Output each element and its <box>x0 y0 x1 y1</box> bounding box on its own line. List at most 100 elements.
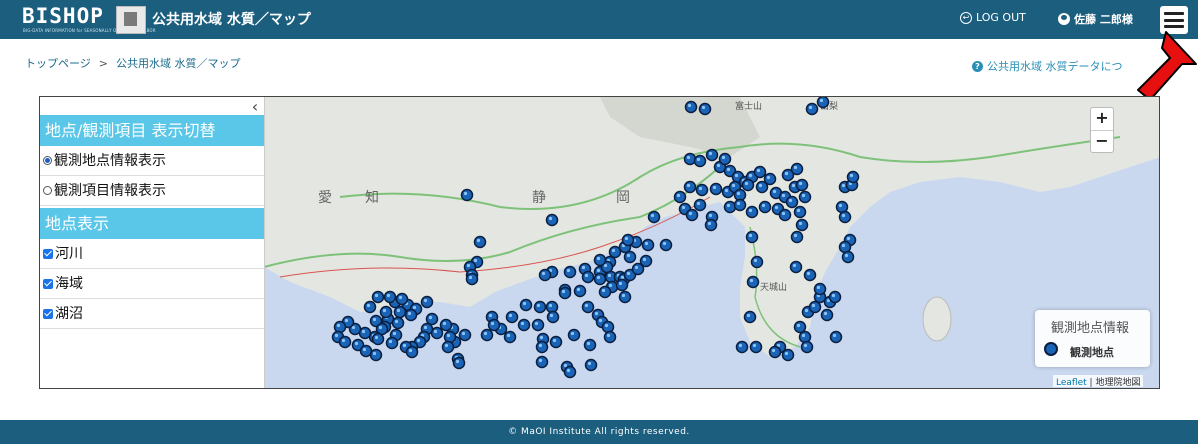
station-marker[interactable] <box>531 318 545 332</box>
station-marker[interactable] <box>385 336 399 350</box>
checkbox-icon[interactable] <box>43 308 53 319</box>
radio-icon[interactable] <box>43 156 52 165</box>
station-marker[interactable] <box>563 365 577 379</box>
zoom-out-button[interactable]: − <box>1091 131 1113 153</box>
station-marker[interactable] <box>639 254 653 268</box>
station-marker[interactable] <box>473 235 487 249</box>
checkbox-sea[interactable]: 海域 <box>40 269 264 299</box>
station-marker[interactable] <box>480 328 494 342</box>
station-marker[interactable] <box>519 298 533 312</box>
station-marker[interactable] <box>452 356 466 370</box>
breadcrumb-home-link[interactable]: トップページ <box>25 57 91 70</box>
station-marker[interactable] <box>623 250 637 264</box>
station-marker[interactable] <box>371 290 385 304</box>
station-marker[interactable] <box>750 255 764 269</box>
station-marker[interactable] <box>538 268 552 282</box>
radio-item-info[interactable]: 観測項目情報表示 <box>40 176 264 206</box>
station-marker[interactable] <box>768 345 782 359</box>
station-marker[interactable] <box>641 238 655 252</box>
station-marker[interactable] <box>683 180 697 194</box>
station-marker[interactable] <box>460 188 474 202</box>
station-marker[interactable] <box>673 190 687 204</box>
station-marker[interactable] <box>535 340 549 354</box>
station-marker[interactable] <box>684 100 698 114</box>
station-marker[interactable] <box>790 162 804 176</box>
station-marker[interactable] <box>798 330 812 344</box>
station-marker[interactable] <box>443 330 457 344</box>
water-quality-map[interactable]: 富士山 山梨 静 岡 愛 知 天城山 ‹ 地点/観測項目 表示切替 観測地点情報… <box>39 96 1160 389</box>
station-marker[interactable] <box>601 320 615 334</box>
station-marker[interactable] <box>535 355 549 369</box>
station-marker[interactable] <box>487 318 501 332</box>
station-marker[interactable] <box>753 165 767 179</box>
station-marker[interactable] <box>598 285 612 299</box>
station-marker[interactable] <box>795 218 809 232</box>
station-marker[interactable] <box>838 210 852 224</box>
station-marker[interactable] <box>593 272 607 286</box>
station-marker[interactable] <box>439 318 453 332</box>
station-marker[interactable] <box>584 358 598 372</box>
checkbox-lake[interactable]: 湖沼 <box>40 299 264 329</box>
station-marker[interactable] <box>841 250 855 264</box>
station-marker[interactable] <box>503 330 517 344</box>
station-marker[interactable] <box>563 265 577 279</box>
station-marker[interactable] <box>608 245 622 259</box>
station-marker[interactable] <box>793 205 807 219</box>
station-marker[interactable] <box>800 340 814 354</box>
station-marker[interactable] <box>593 253 607 267</box>
station-marker[interactable] <box>803 268 817 282</box>
station-marker[interactable] <box>698 102 712 116</box>
station-marker[interactable] <box>383 290 397 304</box>
leaflet-link[interactable]: Leaflet <box>1056 378 1087 388</box>
station-marker[interactable] <box>741 178 755 192</box>
station-marker[interactable] <box>846 170 860 184</box>
station-marker[interactable] <box>755 180 769 194</box>
station-marker[interactable] <box>683 152 697 166</box>
station-marker[interactable] <box>583 338 597 352</box>
station-marker[interactable] <box>793 320 807 334</box>
station-marker[interactable] <box>458 328 472 342</box>
station-marker[interactable] <box>549 335 563 349</box>
station-marker[interactable] <box>618 290 632 304</box>
station-marker[interactable] <box>581 270 595 284</box>
station-marker[interactable] <box>338 335 352 349</box>
station-marker[interactable] <box>425 312 439 326</box>
station-marker[interactable] <box>813 282 827 296</box>
station-marker[interactable] <box>393 305 407 319</box>
station-marker[interactable] <box>723 200 737 214</box>
station-marker[interactable] <box>420 295 434 309</box>
logout-button[interactable]: ↩ LOG OUT <box>960 11 1026 24</box>
zoom-in-button[interactable]: + <box>1091 108 1113 131</box>
station-marker[interactable] <box>746 275 760 289</box>
station-marker[interactable] <box>733 198 747 212</box>
station-marker[interactable] <box>709 182 723 196</box>
station-marker[interactable] <box>533 300 547 314</box>
checkbox-icon[interactable] <box>43 278 53 289</box>
station-marker[interactable] <box>685 208 699 222</box>
station-marker[interactable] <box>546 310 560 324</box>
station-marker[interactable] <box>581 300 595 314</box>
station-marker[interactable] <box>615 278 629 292</box>
station-marker[interactable] <box>693 154 707 168</box>
station-marker[interactable] <box>778 208 792 222</box>
station-marker[interactable] <box>795 178 809 192</box>
station-marker[interactable] <box>749 340 763 354</box>
station-marker[interactable] <box>573 284 587 298</box>
station-marker[interactable] <box>828 290 842 304</box>
station-marker[interactable] <box>603 330 617 344</box>
checkbox-river[interactable]: 河川 <box>40 239 264 269</box>
station-marker[interactable] <box>659 238 673 252</box>
station-marker[interactable] <box>517 318 531 332</box>
radio-icon[interactable] <box>43 186 52 195</box>
help-link[interactable]: ? 公共用水域 水質データにつ <box>972 58 1123 74</box>
station-marker[interactable] <box>395 292 409 306</box>
station-marker[interactable] <box>391 316 405 330</box>
checkbox-icon[interactable] <box>43 248 53 259</box>
station-marker[interactable] <box>718 152 732 166</box>
station-marker[interactable] <box>785 195 799 209</box>
attribution-source[interactable]: 地理院地図 <box>1095 378 1140 388</box>
station-marker[interactable] <box>781 348 795 362</box>
radio-station-info[interactable]: 観測地点情報表示 <box>40 146 264 176</box>
station-marker[interactable] <box>371 332 385 346</box>
station-marker[interactable] <box>745 205 759 219</box>
